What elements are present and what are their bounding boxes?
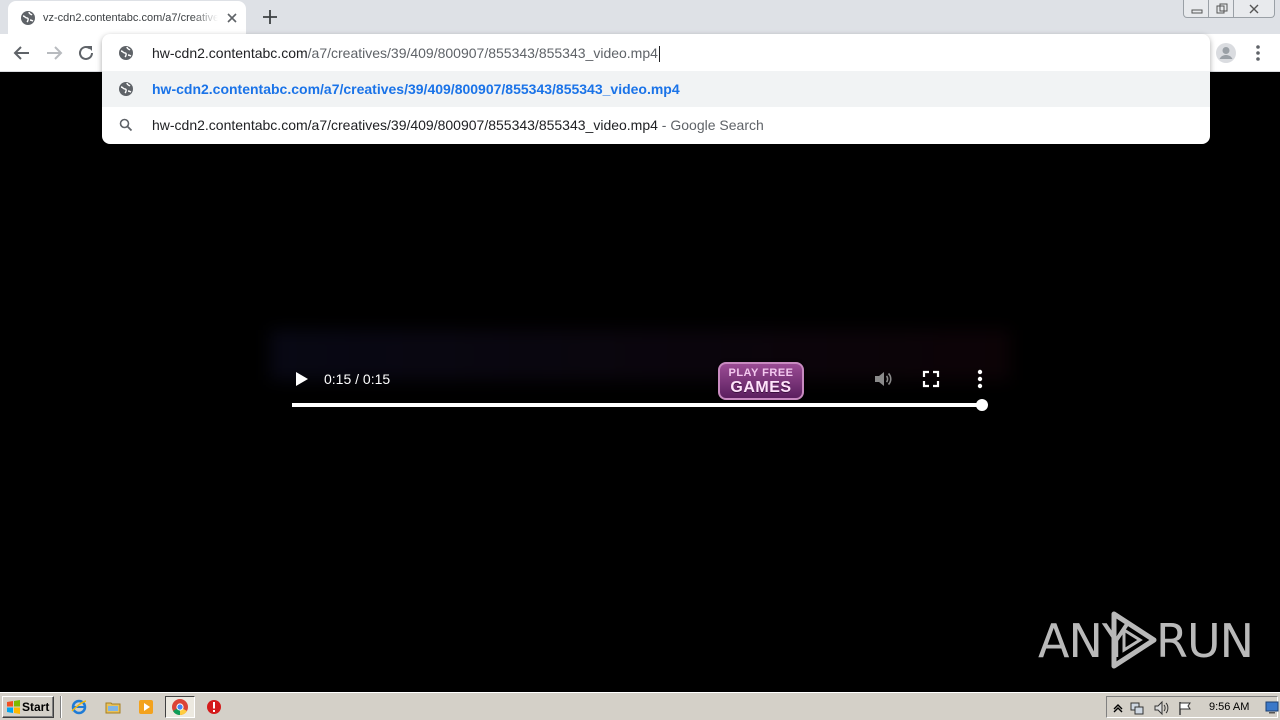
taskbar-separator (60, 696, 62, 718)
more-vert-icon[interactable] (970, 368, 990, 390)
globe-icon (119, 46, 133, 60)
suggestion-url-text: hw-cdn2.contentabc.com/a7/creatives/39/4… (152, 81, 680, 97)
search-icon (119, 118, 133, 132)
volume-icon[interactable] (872, 368, 894, 390)
logo-line2: GAMES (730, 379, 792, 396)
separator: - (657, 117, 671, 133)
window-close-button[interactable] (1233, 0, 1275, 18)
address-input[interactable]: hw-cdn2.contentabc.com/a7/creatives/39/4… (152, 35, 660, 71)
avatar-icon[interactable] (1214, 41, 1238, 65)
search-provider: Google Search (670, 117, 764, 133)
start-button[interactable]: Start (2, 696, 54, 718)
tab-strip: vz-cdn2.contentabc.com/a7/creatives/39/4… (0, 0, 1280, 34)
reload-icon[interactable] (74, 41, 98, 65)
flag-icon[interactable] (1177, 700, 1193, 716)
suggestion-search-text: hw-cdn2.contentabc.com/a7/creatives/39/4… (152, 107, 764, 143)
close-icon[interactable] (223, 9, 241, 27)
progress-thumb[interactable] (976, 399, 988, 411)
search-query: hw-cdn2.contentabc.com/a7/creatives/39/4… (152, 117, 658, 133)
system-tray: 9:56 AM (1106, 696, 1279, 718)
chrome-icon[interactable] (165, 696, 195, 718)
anyrun-play-logo-icon (1111, 611, 1157, 669)
text-caret (658, 46, 660, 63)
show-hidden-icon[interactable] (1110, 700, 1126, 716)
close-icon (1249, 4, 1259, 14)
anyrun-watermark: ANY RUN (1038, 608, 1254, 672)
start-label: Start (22, 700, 50, 714)
play-free-games-logo: PLAY FREE GAMES (718, 362, 804, 400)
suggestion-search[interactable]: hw-cdn2.contentabc.com/a7/creatives/39/4… (102, 107, 1210, 143)
time-display: 0:15 / 0:15 (324, 371, 391, 387)
url-host: hw-cdn2.contentabc.com (152, 45, 308, 61)
globe-icon (21, 11, 35, 25)
plus-icon[interactable] (259, 6, 281, 28)
omnibox-dropdown: hw-cdn2.contentabc.com/a7/creatives/39/4… (102, 34, 1210, 144)
tab-title: vz-cdn2.contentabc.com/a7/creatives/39/4… (43, 12, 218, 24)
maximize-button[interactable] (1208, 0, 1234, 18)
video-player[interactable]: 0:15 / 0:15 PLAY FREE GAMES ANY RUN (0, 144, 1280, 692)
watermark-run: RUN (1156, 614, 1254, 668)
windows-logo-icon (7, 700, 20, 714)
folder-icon[interactable] (102, 697, 124, 717)
arrow-right-icon[interactable] (42, 41, 66, 65)
antivirus-icon[interactable] (203, 697, 225, 717)
play-icon[interactable] (290, 368, 312, 390)
url-path: /a7/creatives/39/409/800907/855343/85534… (307, 45, 658, 61)
browser-tab[interactable]: vz-cdn2.contentabc.com/a7/creatives/39/4… (8, 1, 246, 34)
media-player-icon[interactable] (135, 697, 157, 717)
show-desktop-icon[interactable] (1265, 700, 1279, 714)
ie-icon[interactable] (68, 697, 90, 717)
network-icon[interactable] (1129, 700, 1145, 716)
minimize-icon (1191, 9, 1203, 14)
progress-fill (292, 403, 982, 407)
clock[interactable]: 9:56 AM (1209, 700, 1249, 715)
kebab-menu-icon[interactable] (1248, 41, 1268, 65)
windows-taskbar: Start 9:56 AM (0, 692, 1280, 720)
screen: vz-cdn2.contentabc.com/a7/creatives/39/4… (0, 0, 1280, 720)
globe-icon (119, 82, 133, 96)
address-bar[interactable]: hw-cdn2.contentabc.com/a7/creatives/39/4… (102, 35, 1210, 71)
logo-line1: PLAY FREE (728, 367, 794, 379)
arrow-left-icon[interactable] (10, 41, 34, 65)
minimize-button[interactable] (1183, 0, 1209, 18)
maximize-icon (1216, 3, 1228, 14)
progress-bar[interactable] (292, 399, 988, 411)
suggestion-url[interactable]: hw-cdn2.contentabc.com/a7/creatives/39/4… (102, 71, 1210, 107)
fullscreen-icon[interactable] (920, 368, 942, 390)
speaker-icon[interactable] (1153, 700, 1169, 716)
